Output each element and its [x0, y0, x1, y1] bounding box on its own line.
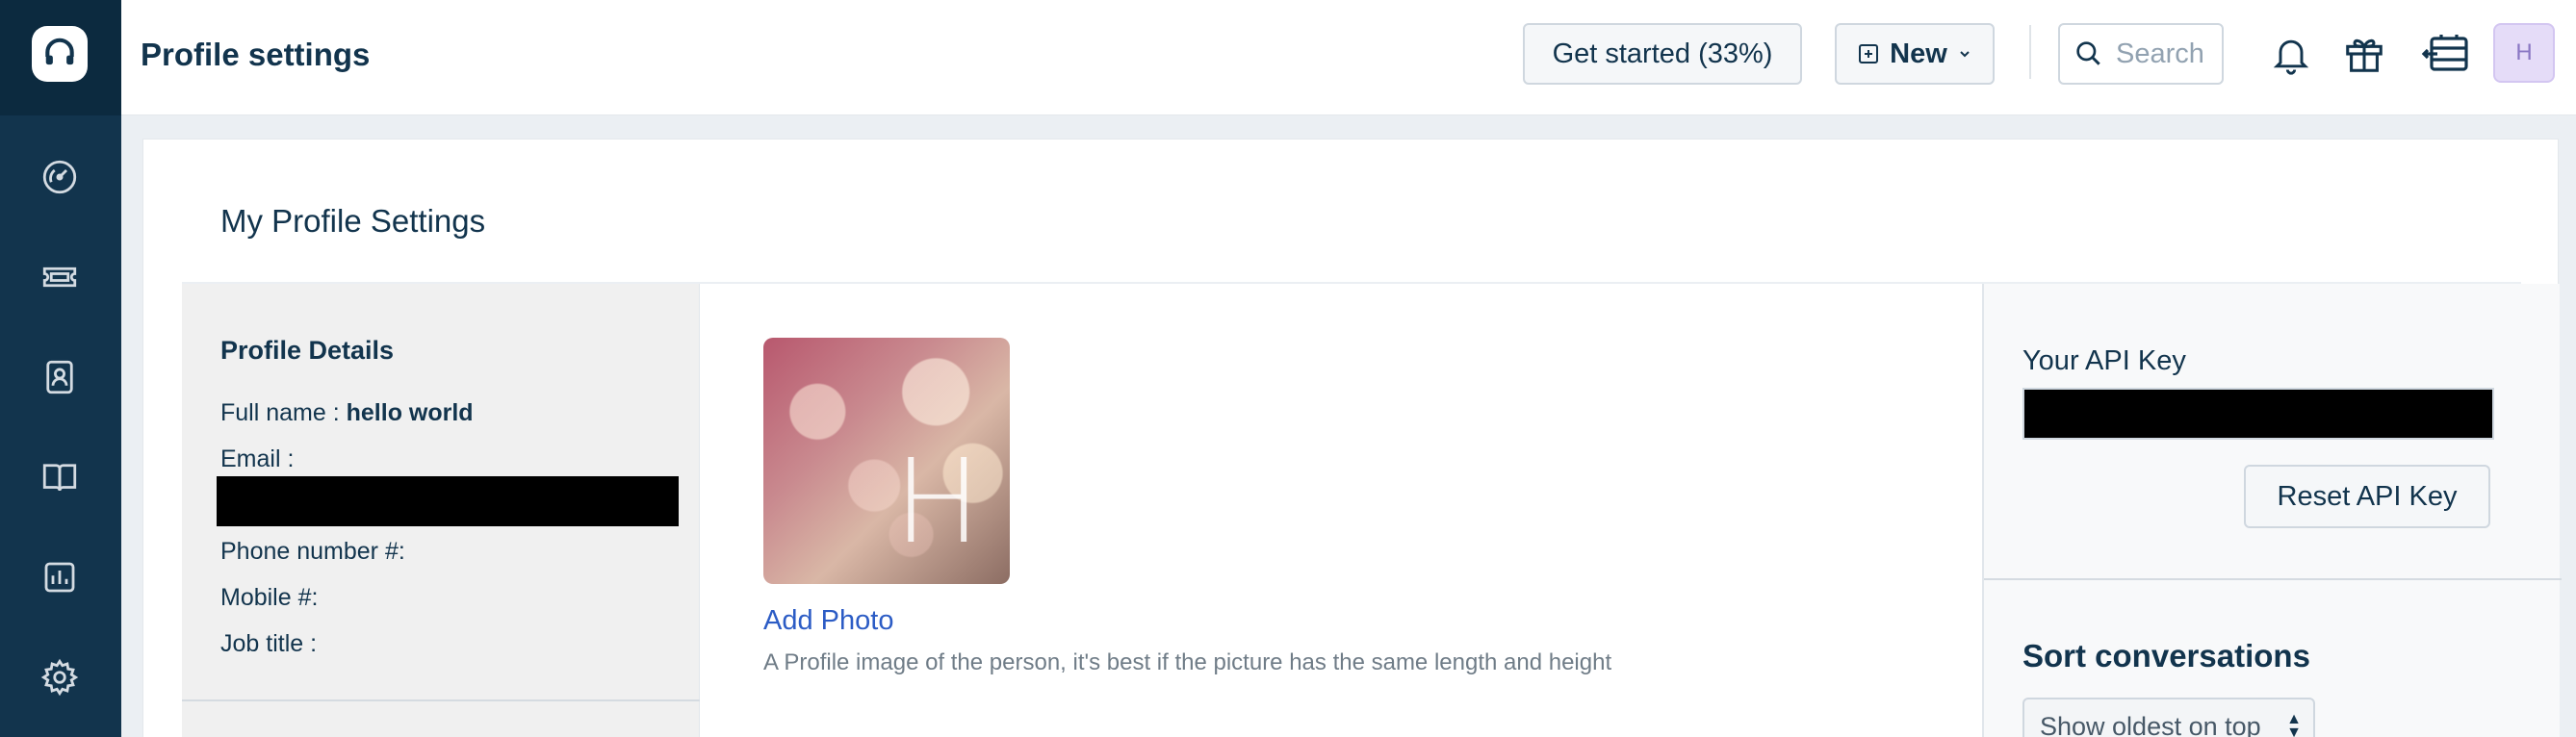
new-button[interactable]: New	[1835, 23, 1995, 85]
right-panel-divider	[1984, 578, 2562, 580]
mobile-label: Mobile #:	[220, 584, 319, 611]
profile-settings-card: My Profile Settings Profile Details Full…	[142, 139, 2562, 737]
select-arrows-icon: ▲ ▼	[2286, 711, 2302, 737]
dashboard-icon[interactable]	[37, 154, 83, 200]
profile-photo[interactable]: H	[763, 338, 1010, 584]
full-name-row: Full name : hello world	[220, 399, 474, 427]
bell-icon[interactable]	[2264, 25, 2318, 83]
card-title: My Profile Settings	[220, 203, 486, 239]
chart-icon[interactable]	[37, 554, 83, 600]
photo-help-text: A Profile image of the person, it's best…	[763, 649, 1612, 675]
search-input[interactable]: Search	[2058, 23, 2224, 85]
profile-details-title: Profile Details	[220, 336, 395, 365]
sort-order-select[interactable]: Show oldest on top ▲ ▼	[2022, 698, 2315, 737]
job-title-label: Job title :	[220, 630, 318, 657]
sidebar	[0, 0, 121, 737]
phone-label: Phone number #:	[220, 538, 405, 565]
top-header: Profile settings Get started (33%) New S…	[121, 0, 2576, 115]
add-photo-link[interactable]: Add Photo	[763, 605, 893, 637]
user-avatar[interactable]: H	[2493, 23, 2555, 83]
book-icon[interactable]	[37, 454, 83, 500]
new-button-label: New	[1890, 38, 1947, 69]
chevron-down-icon	[1960, 51, 1970, 58]
photo-initial: H	[893, 436, 981, 570]
gear-icon[interactable]	[37, 654, 83, 700]
full-name-value: hello world	[346, 399, 474, 426]
sort-conversations-title: Sort conversations	[2022, 638, 2310, 673]
reset-api-key-button[interactable]: Reset API Key	[2244, 465, 2490, 528]
page-title: Profile settings	[141, 37, 371, 72]
api-key-field-redacted[interactable]	[2022, 388, 2494, 440]
get-started-button[interactable]: Get started (33%)	[1523, 23, 1802, 85]
search-icon	[2076, 41, 2100, 65]
logo-area	[0, 0, 121, 115]
sort-selected-value: Show oldest on top	[2040, 711, 2261, 737]
header-divider	[2029, 25, 2031, 79]
api-key-label: Your API Key	[2022, 345, 2186, 376]
left-panel-divider	[182, 699, 700, 701]
email-value-redacted	[217, 476, 679, 526]
gift-icon[interactable]	[2337, 25, 2391, 83]
ticket-icon[interactable]	[37, 254, 83, 300]
search-placeholder: Search	[2116, 38, 2204, 69]
full-name-label: Full name :	[220, 399, 340, 426]
plus-square-icon	[1859, 44, 1879, 64]
profile-details-panel: Profile Details Full name : hello world …	[182, 284, 700, 737]
email-label: Email :	[220, 445, 295, 472]
headset-logo-icon[interactable]	[32, 26, 88, 82]
api-sort-panel: Your API Key Reset API Key Sort conversa…	[1982, 284, 2562, 737]
contacts-icon[interactable]	[37, 354, 83, 400]
collapse-panel-icon[interactable]	[2416, 25, 2478, 83]
